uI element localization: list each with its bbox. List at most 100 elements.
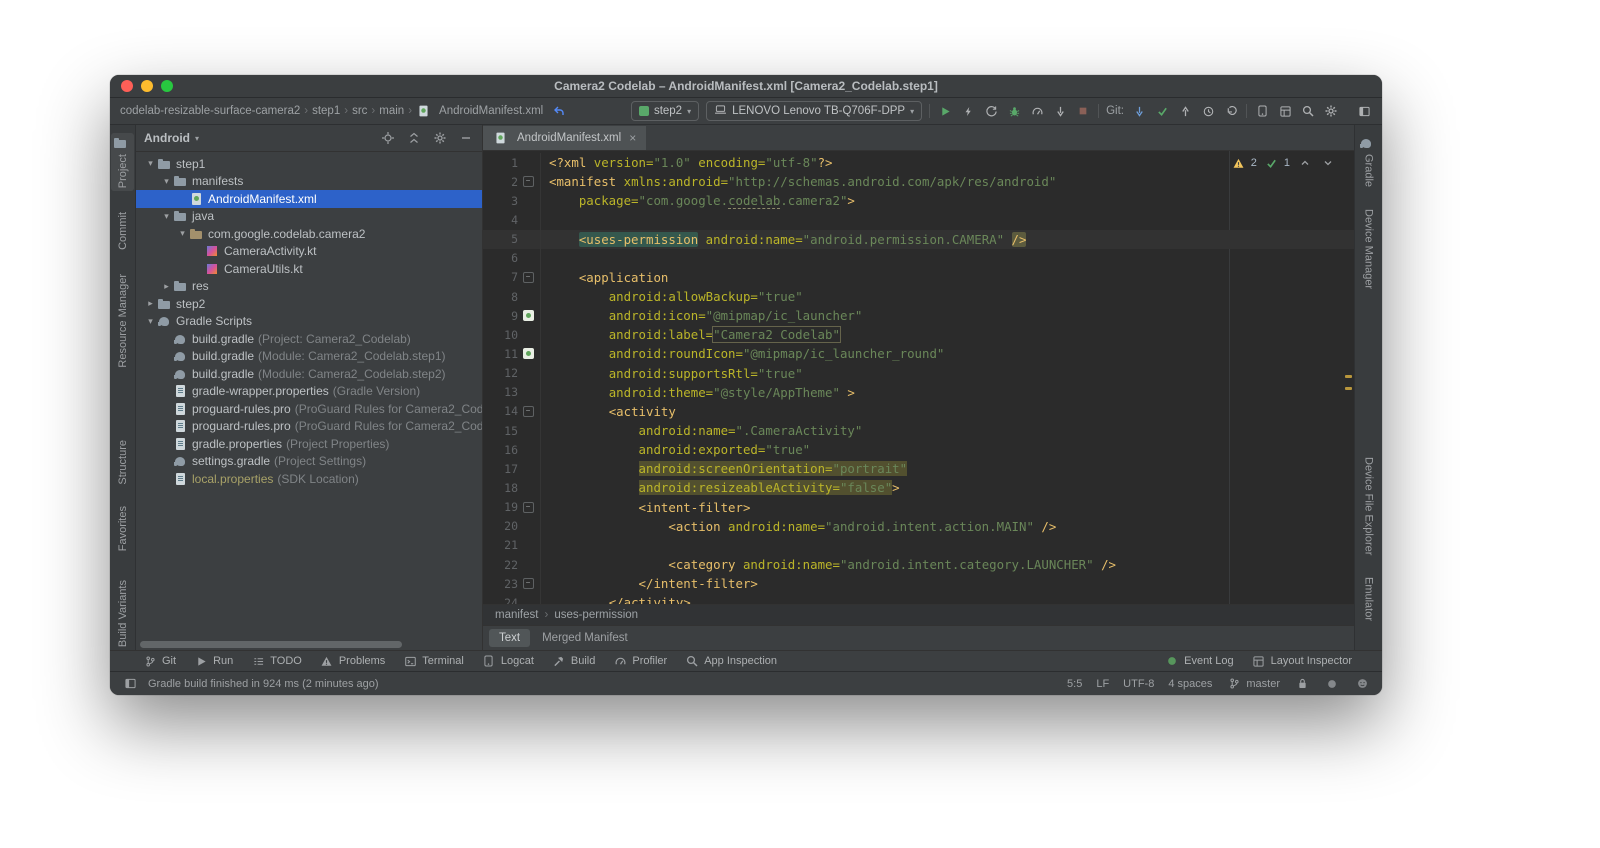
inspections-ok-indicator[interactable]: 1 (1264, 155, 1290, 171)
breadcrumb-item-main[interactable]: main (379, 105, 404, 117)
fold-icon[interactable]: − (522, 501, 534, 513)
tool-stripe-project[interactable]: Project (111, 133, 134, 192)
toolwindow-button-problems[interactable]: Problems (319, 653, 385, 669)
code-line-19[interactable]: 19− <intent-filter> (483, 497, 1354, 517)
commit-button[interactable] (1154, 103, 1170, 119)
manifest-tab-text[interactable]: Text (489, 629, 531, 647)
update-project-button[interactable] (1131, 103, 1147, 119)
toolwindow-toggle-icon[interactable] (122, 676, 138, 692)
toolwindow-button-profiler[interactable]: Profiler (612, 653, 667, 669)
feedback-smiley-icon[interactable] (1354, 676, 1370, 692)
toolwindow-button-run[interactable]: Run (193, 653, 233, 669)
hide-toolwindow-bars-button[interactable] (1356, 103, 1372, 119)
code-line-1[interactable]: 1 <?xml version="1.0" encoding="utf-8"?> (483, 153, 1354, 173)
hide-panel-button[interactable] (458, 130, 474, 146)
code-line-17[interactable]: 17 android:screenOrientation="portrait" (483, 459, 1354, 479)
tree-item-cameraactivity-kt[interactable]: CameraActivity.kt (136, 243, 482, 261)
tree-item-gradle-wrapper-properties[interactable]: gradle-wrapper.properties (Gradle Version… (136, 383, 482, 401)
chevron-right-icon[interactable]: ▸ (144, 298, 157, 309)
tool-stripe-gradle[interactable]: Gradle (1357, 133, 1380, 190)
xml-breadcrumb-manifest[interactable]: manifest (495, 609, 538, 621)
next-issue-button[interactable] (1320, 155, 1336, 171)
fold-icon[interactable]: − (522, 578, 534, 590)
file-encoding[interactable]: UTF-8 (1123, 678, 1154, 690)
breadcrumb-item-androidmanifest-xml[interactable]: AndroidManifest.xml (416, 104, 543, 118)
warnings-indicator[interactable]: 2 (1231, 155, 1257, 171)
close-icon[interactable]: × (629, 131, 636, 145)
code-editor[interactable]: 1 <?xml version="1.0" encoding="utf-8"?> 2… (483, 151, 1354, 604)
editor-tab-androidmanifest[interactable]: AndroidManifest.xml × (483, 126, 647, 150)
xml-breadcrumb-uses-permission[interactable]: uses-permission (554, 609, 638, 621)
tree-item-gradle-scripts[interactable]: ▾ Gradle Scripts (136, 313, 482, 331)
tree-item-build-gradle[interactable]: build.gradle (Module: Camera2_Codelab.ste… (136, 365, 482, 383)
code-line-5[interactable]: 5 <uses-permission android:name="android… (483, 229, 1354, 249)
git-branch-widget[interactable]: master (1226, 676, 1280, 692)
tool-stripe-favorites[interactable]: Favorites (115, 503, 131, 554)
code-line-3[interactable]: 3 package="com.google.codelab.camera2"> (483, 191, 1354, 211)
breadcrumb-item-codelab-resizable-surface-camera2[interactable]: codelab-resizable-surface-camera2 (120, 105, 300, 117)
toolwindow-button-logcat[interactable]: Logcat (481, 653, 534, 669)
tree-item-local-properties[interactable]: local.properties (SDK Location) (136, 470, 482, 488)
chevron-right-icon[interactable]: ▸ (160, 281, 173, 292)
project-view-selector[interactable]: Android (144, 131, 190, 145)
tree-item-res[interactable]: ▸ res (136, 278, 482, 296)
code-line-11[interactable]: 11 android:roundIcon="@mipmap/ic_launche… (483, 344, 1354, 364)
indent-style[interactable]: 4 spaces (1168, 678, 1212, 690)
back-arrow-icon[interactable] (551, 103, 567, 119)
layout-inspector-button[interactable] (1277, 103, 1293, 119)
tool-stripe-build-variants[interactable]: Build Variants (115, 577, 131, 650)
manifest-tab-merged-manifest[interactable]: Merged Manifest (532, 629, 638, 647)
tool-stripe-emulator[interactable]: Emulator (1361, 574, 1377, 624)
tree-item-build-gradle[interactable]: build.gradle (Project: Camera2_Codelab) (136, 330, 482, 348)
error-stripe-mark[interactable] (1345, 387, 1352, 390)
tree-item-manifests[interactable]: ▾ manifests (136, 173, 482, 191)
chevron-down-icon[interactable]: ▾ (160, 176, 173, 187)
profile-button[interactable] (1029, 103, 1045, 119)
breadcrumb-item-src[interactable]: src (352, 105, 367, 117)
code-line-24[interactable]: 24 </activity> (483, 593, 1354, 604)
chevron-down-icon[interactable]: ▾ (144, 158, 157, 169)
tool-stripe-resource-manager[interactable]: Resource Manager (115, 271, 131, 371)
toolwindow-button-terminal[interactable]: Terminal (402, 653, 464, 669)
fold-icon[interactable]: − (522, 271, 534, 283)
tree-item-com-google-codelab-camera2[interactable]: ▾ com.google.codelab.camera2 (136, 225, 482, 243)
code-line-16[interactable]: 16 android:exported="true" (483, 440, 1354, 460)
tree-item-build-gradle[interactable]: build.gradle (Module: Camera2_Codelab.ste… (136, 348, 482, 366)
tool-stripe-device-file-explorer[interactable]: Device File Explorer (1361, 454, 1377, 558)
code-line-20[interactable]: 20 <action android:name="android.intent.… (483, 516, 1354, 536)
run-button[interactable] (937, 103, 953, 119)
code-line-23[interactable]: 23− </intent-filter> (483, 574, 1354, 594)
launcher-icon-preview[interactable] (522, 310, 534, 322)
chevron-down-icon[interactable]: ▾ (160, 211, 173, 222)
attach-debugger-button[interactable] (1052, 103, 1068, 119)
tree-item-gradle-properties[interactable]: gradle.properties (Project Properties) (136, 435, 482, 453)
apply-code-changes-button[interactable] (983, 103, 999, 119)
code-line-18[interactable]: 18 android:resizeableActivity="false"> (483, 478, 1354, 498)
code-line-8[interactable]: 8 android:allowBackup="true" (483, 286, 1354, 307)
code-line-9[interactable]: 9 android:icon="@mipmap/ic_launcher" (483, 306, 1354, 326)
history-button[interactable] (1200, 103, 1216, 119)
titlebar[interactable]: Camera2 Codelab – AndroidManifest.xml [C… (110, 75, 1382, 98)
error-stripe-mark[interactable] (1345, 375, 1352, 378)
code-line-21[interactable]: 21 (483, 535, 1354, 555)
toolwindow-button-app-inspection[interactable]: App Inspection (684, 653, 777, 669)
readonly-lock-icon[interactable] (1294, 676, 1310, 692)
chevron-down-icon[interactable]: ▾ (176, 228, 189, 239)
code-line-2[interactable]: 2− <manifest xmlns:android="http://schema… (483, 172, 1354, 192)
tree-item-step1[interactable]: ▾ step1 (136, 155, 482, 173)
stop-button[interactable] (1075, 103, 1091, 119)
code-line-14[interactable]: 14− <activity (483, 401, 1354, 421)
tree-item-java[interactable]: ▾ java (136, 208, 482, 226)
close-window-button[interactable] (121, 80, 133, 92)
code-line-12[interactable]: 12 android:supportsRtl="true" (483, 363, 1354, 383)
tool-stripe-device-manager[interactable]: Device Manager (1361, 206, 1377, 292)
horizontal-scrollbar[interactable] (140, 641, 402, 648)
prev-issue-button[interactable] (1297, 155, 1313, 171)
caret-position[interactable]: 5:5 (1067, 678, 1082, 690)
locate-button[interactable] (380, 130, 396, 146)
settings-button[interactable] (1323, 103, 1339, 119)
notification-dot-icon[interactable] (1324, 676, 1340, 692)
tree-item-camerautils-kt[interactable]: CameraUtils.kt (136, 260, 482, 278)
code-line-15[interactable]: 15 android:name=".CameraActivity" (483, 420, 1354, 441)
code-line-4[interactable]: 4 (483, 210, 1354, 230)
